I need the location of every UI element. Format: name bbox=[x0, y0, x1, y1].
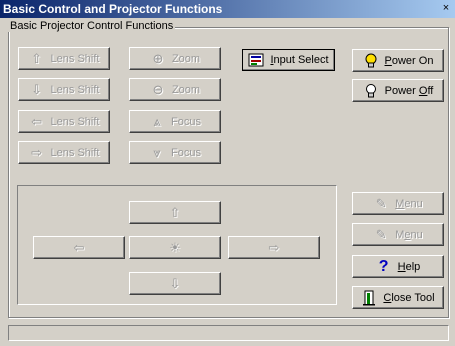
focus-near-button[interactable]: ⩔ Focus bbox=[129, 141, 221, 164]
arrow-left-icon: ⇦ bbox=[31, 114, 42, 129]
focus-near-icon: ⩔ bbox=[153, 145, 161, 160]
zoom-in-label: Zoom bbox=[171, 52, 201, 65]
nav-enter-button[interactable]: ☀ bbox=[129, 236, 221, 259]
menu-exit-label: Menu bbox=[395, 228, 423, 241]
zoom-out-button[interactable]: ⊖ Zoom bbox=[129, 78, 221, 101]
menu-button[interactable]: ✎ Menu bbox=[352, 192, 444, 215]
zoom-in-icon: ⊕ bbox=[152, 51, 164, 66]
help-label: Help bbox=[397, 260, 421, 273]
arrow-down-icon: ⇩ bbox=[169, 276, 181, 291]
arrow-up-icon: ⇧ bbox=[31, 51, 42, 66]
arrow-down-icon: ⇩ bbox=[31, 82, 42, 97]
menu-label: Menu bbox=[395, 197, 423, 210]
input-select-button[interactable]: Input Select bbox=[242, 49, 335, 71]
lens-shift-down-button[interactable]: ⇩ Lens Shift bbox=[18, 78, 110, 101]
menu-exit-button[interactable]: ✎ Menu bbox=[352, 223, 444, 246]
power-on-label: Power On bbox=[384, 54, 434, 67]
power-off-label: Power Off bbox=[384, 84, 434, 97]
close-icon[interactable]: × bbox=[440, 2, 452, 14]
zoom-out-icon: ⊖ bbox=[152, 82, 164, 97]
close-tool-label: Close Tool bbox=[383, 291, 435, 304]
lens-shift-down-label: Lens Shift bbox=[50, 83, 100, 96]
power-off-button[interactable]: Power Off bbox=[352, 79, 444, 102]
input-select-icon bbox=[248, 52, 264, 68]
zoom-out-label: Zoom bbox=[171, 83, 201, 96]
nav-left-button[interactable]: ⇦ bbox=[33, 236, 125, 259]
lens-shift-left-label: Lens Shift bbox=[50, 115, 100, 128]
focus-far-button[interactable]: ⩓ Focus bbox=[129, 110, 221, 133]
lens-shift-left-button[interactable]: ⇦ Lens Shift bbox=[18, 110, 110, 133]
help-icon: ? bbox=[378, 257, 389, 275]
nav-right-button[interactable]: ⇨ bbox=[228, 236, 320, 259]
close-tool-button[interactable]: Close Tool bbox=[352, 286, 444, 309]
arrow-up-icon: ⇧ bbox=[169, 205, 181, 220]
title-bar[interactable]: Basic Control and Projector Functions × bbox=[0, 0, 455, 18]
lens-shift-right-label: Lens Shift bbox=[50, 146, 100, 159]
help-button[interactable]: ? Help bbox=[352, 255, 444, 278]
power-on-button[interactable]: Power On bbox=[352, 49, 444, 72]
focus-far-label: Focus bbox=[171, 115, 201, 128]
lens-shift-up-label: Lens Shift bbox=[50, 52, 100, 65]
lightbulb-on-icon bbox=[363, 53, 379, 69]
focus-near-label: Focus bbox=[171, 146, 201, 159]
zoom-in-button[interactable]: ⊕ Zoom bbox=[129, 47, 221, 70]
nav-down-button[interactable]: ⇩ bbox=[129, 272, 221, 295]
arrow-right-icon: ⇨ bbox=[268, 240, 280, 255]
close-tool-icon bbox=[361, 290, 377, 306]
input-select-label: Input Select bbox=[270, 54, 329, 66]
window-title: Basic Control and Projector Functions bbox=[3, 2, 223, 16]
pencil-icon: ✎ bbox=[375, 227, 387, 242]
status-bar bbox=[8, 325, 449, 341]
sun-icon: ☀ bbox=[169, 240, 181, 255]
pencil-icon: ✎ bbox=[375, 196, 387, 211]
lightbulb-off-icon bbox=[363, 83, 379, 99]
nav-up-button[interactable]: ⇧ bbox=[129, 201, 221, 224]
arrow-right-icon: ⇨ bbox=[31, 145, 42, 160]
lens-shift-right-button[interactable]: ⇨ Lens Shift bbox=[18, 141, 110, 164]
group-legend: Basic Projector Control Functions bbox=[8, 20, 176, 32]
lens-shift-up-button[interactable]: ⇧ Lens Shift bbox=[18, 47, 110, 70]
arrow-left-icon: ⇦ bbox=[73, 240, 85, 255]
focus-far-icon: ⩓ bbox=[153, 114, 161, 129]
